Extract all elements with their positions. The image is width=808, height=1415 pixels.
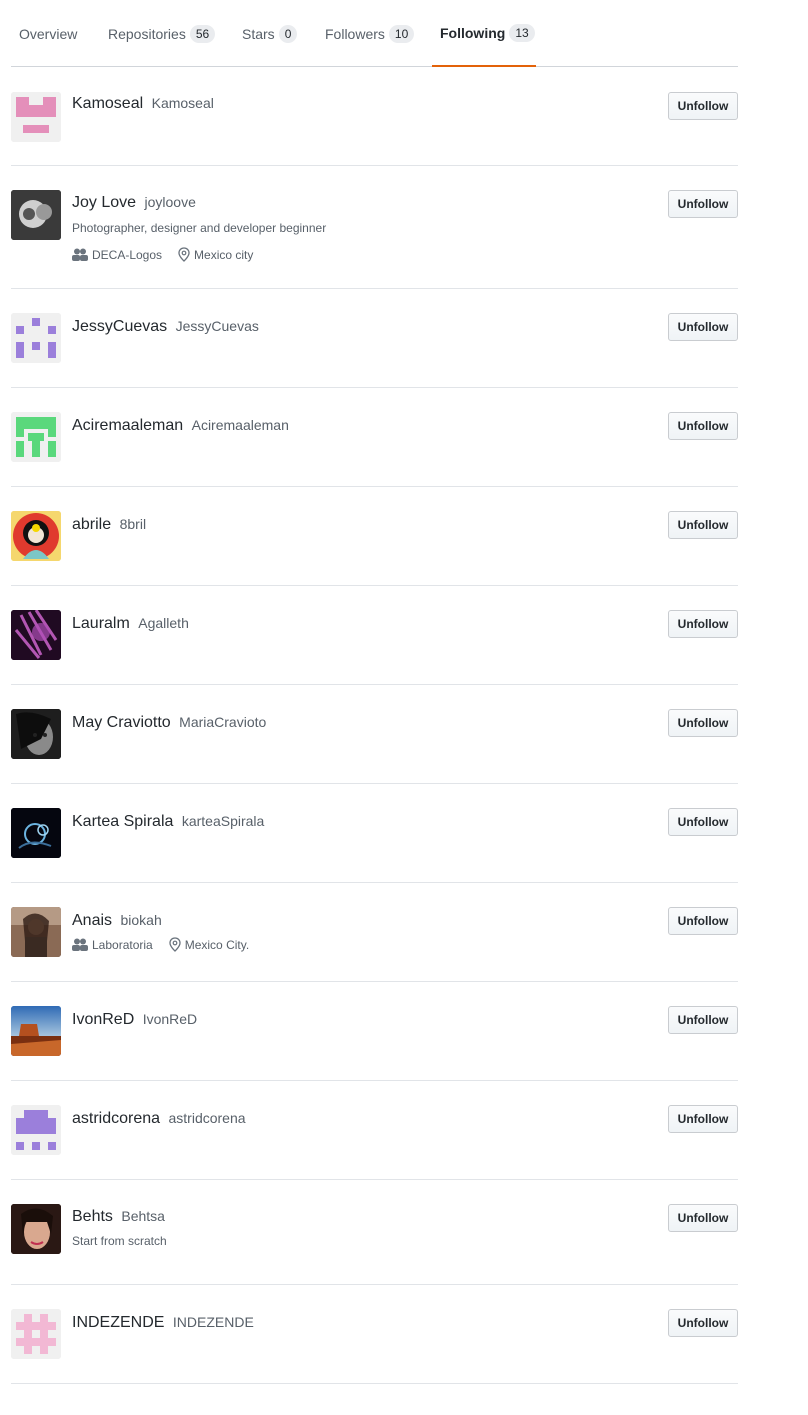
avatar[interactable] xyxy=(11,92,61,142)
avatar[interactable] xyxy=(11,190,61,240)
user-login[interactable]: biokah xyxy=(120,912,161,928)
user-display-name[interactable]: Kartea Spirala xyxy=(72,813,173,830)
unfollow-button[interactable]: Unfollow xyxy=(668,511,738,539)
repositories-count: 56 xyxy=(189,24,216,43)
user-login[interactable]: karteaSpirala xyxy=(182,813,265,829)
profile-tabs: Overview Repositories 56 Stars 0 Followe… xyxy=(11,0,738,67)
user-display-name[interactable]: JessyCuevas xyxy=(72,318,167,335)
avatar[interactable] xyxy=(11,511,61,561)
list-item: Kamoseal Kamoseal Unfollow xyxy=(11,67,738,166)
location-icon xyxy=(178,247,190,262)
list-item: May Craviotto MariaCravioto Unfollow xyxy=(11,685,738,784)
unfollow-button[interactable]: Unfollow xyxy=(668,1309,738,1337)
avatar[interactable] xyxy=(11,313,61,363)
list-item: Aciremaaleman Aciremaaleman Unfollow xyxy=(11,388,738,487)
avatar[interactable] xyxy=(11,709,61,759)
list-item: abrile 8bril Unfollow xyxy=(11,487,738,586)
tab-label: Overview xyxy=(19,25,78,42)
user-display-name[interactable]: May Craviotto xyxy=(72,714,171,731)
following-count: 13 xyxy=(509,23,535,42)
tab-following[interactable]: Following 13 xyxy=(432,0,536,67)
stars-count: 0 xyxy=(278,24,298,43)
user-display-name[interactable]: IvonReD xyxy=(72,1011,134,1028)
avatar[interactable] xyxy=(11,1105,61,1155)
avatar[interactable] xyxy=(11,907,61,957)
organization-icon xyxy=(72,248,88,261)
user-organization: Laboratoria xyxy=(92,937,153,952)
unfollow-button[interactable]: Unfollow xyxy=(668,1105,738,1133)
unfollow-button[interactable]: Unfollow xyxy=(668,92,738,120)
user-login[interactable]: MariaCravioto xyxy=(179,714,266,730)
unfollow-button[interactable]: Unfollow xyxy=(668,709,738,737)
unfollow-button[interactable]: Unfollow xyxy=(668,808,738,836)
user-login[interactable]: Aciremaaleman xyxy=(192,417,289,433)
location-icon xyxy=(169,937,181,952)
organization-icon xyxy=(72,938,88,951)
list-item: Lauralm Agalleth Unfollow xyxy=(11,586,738,685)
tab-label: Following xyxy=(440,24,506,41)
avatar[interactable] xyxy=(11,1309,61,1359)
avatar[interactable] xyxy=(11,808,61,858)
tab-repositories[interactable]: Repositories 56 xyxy=(100,0,223,67)
avatar[interactable] xyxy=(11,610,61,660)
unfollow-button[interactable]: Unfollow xyxy=(668,907,738,935)
user-login[interactable]: INDEZENDE xyxy=(173,1314,254,1330)
user-display-name[interactable]: Joy Love xyxy=(72,194,136,211)
user-display-name[interactable]: Lauralm xyxy=(72,615,130,632)
user-display-name[interactable]: Aciremaaleman xyxy=(72,417,183,434)
list-item: Behts Behtsa Start from scratch Unfollow xyxy=(11,1180,738,1285)
user-login[interactable]: 8bril xyxy=(120,516,146,532)
tab-overview[interactable]: Overview xyxy=(11,0,85,67)
user-location: Mexico city xyxy=(194,247,254,262)
list-item: IvonReD IvonReD Unfollow xyxy=(11,982,738,1081)
user-display-name[interactable]: astridcorena xyxy=(72,1110,160,1127)
unfollow-button[interactable]: Unfollow xyxy=(668,1006,738,1034)
user-login[interactable]: IvonReD xyxy=(143,1011,197,1027)
user-location: Mexico City. xyxy=(184,937,250,952)
user-display-name[interactable]: abrile xyxy=(72,516,111,533)
user-display-name[interactable]: Behts xyxy=(72,1208,113,1225)
user-bio: Photographer, designer and developer beg… xyxy=(72,221,327,235)
avatar[interactable] xyxy=(11,1006,61,1056)
list-item: INDEZENDE INDEZENDE Unfollow xyxy=(11,1285,738,1384)
user-login[interactable]: joyloove xyxy=(145,194,196,210)
avatar[interactable] xyxy=(11,412,61,462)
user-login[interactable]: Kamoseal xyxy=(152,95,214,111)
list-item: Joy Love joyloove Photographer, designer… xyxy=(11,166,738,289)
unfollow-button[interactable]: Unfollow xyxy=(668,1204,738,1232)
list-item: Kartea Spirala karteaSpirala Unfollow xyxy=(11,784,738,883)
tab-label: Repositories xyxy=(108,25,186,42)
list-item: Anais biokah Laboratoria Mexico City. Un… xyxy=(11,883,738,982)
user-login[interactable]: JessyCuevas xyxy=(176,318,259,334)
tab-followers[interactable]: Followers 10 xyxy=(317,0,422,67)
list-item: JessyCuevas JessyCuevas Unfollow xyxy=(11,289,738,388)
user-display-name[interactable]: INDEZENDE xyxy=(72,1314,164,1331)
tab-stars[interactable]: Stars 0 xyxy=(234,0,305,67)
user-bio: Start from scratch xyxy=(72,1234,167,1248)
user-login[interactable]: Agalleth xyxy=(138,615,189,631)
user-display-name[interactable]: Kamoseal xyxy=(72,95,143,112)
user-organization: DECA-Logos xyxy=(92,247,163,262)
list-item: astridcorena astridcorena Unfollow xyxy=(11,1081,738,1180)
avatar[interactable] xyxy=(11,1204,61,1254)
followers-count: 10 xyxy=(388,24,415,43)
unfollow-button[interactable]: Unfollow xyxy=(668,190,738,218)
unfollow-button[interactable]: Unfollow xyxy=(668,412,738,440)
unfollow-button[interactable]: Unfollow xyxy=(668,313,738,341)
unfollow-button[interactable]: Unfollow xyxy=(668,610,738,638)
user-login[interactable]: Behtsa xyxy=(121,1208,165,1224)
tab-label: Followers xyxy=(325,25,385,42)
user-login[interactable]: astridcorena xyxy=(169,1110,246,1126)
user-display-name[interactable]: Anais xyxy=(72,912,112,929)
tab-label: Stars xyxy=(242,25,275,42)
